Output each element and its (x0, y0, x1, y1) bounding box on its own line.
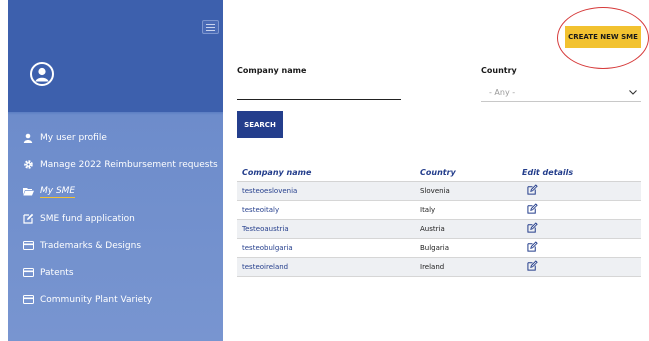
table-row: testeobulgaria Bulgaria (237, 238, 641, 258)
sidebar-item-label: Patents (40, 267, 74, 278)
company-name-cell[interactable]: Testeoaustria (237, 219, 415, 239)
avatar[interactable] (30, 62, 54, 86)
edit-icon[interactable] (527, 222, 538, 233)
company-name-cell[interactable]: testeoeslovenia (237, 181, 415, 201)
sidebar-item-label: Manage 2022 Reimbursement requests (40, 159, 218, 170)
company-name-label: Company name (237, 66, 307, 75)
edit-icon[interactable] (527, 203, 538, 214)
card-icon (22, 267, 34, 279)
sidebar-nav: My user profile Manage 2022 Reimbursemen… (8, 124, 223, 313)
country-cell: Austria (415, 219, 517, 239)
country-cell: Italy (415, 200, 517, 220)
sidebar-item-patents[interactable]: Patents (8, 259, 223, 286)
menu-toggle-button[interactable] (202, 20, 219, 34)
gear-icon (22, 159, 34, 171)
country-selected-value: - Any - (489, 88, 516, 97)
table-row: testeoeslovenia Slovenia (237, 181, 641, 201)
card-icon (22, 294, 34, 306)
company-name-cell[interactable]: testeoitaly (237, 200, 415, 220)
sidebar-item-plant-variety[interactable]: Community Plant Variety (8, 286, 223, 313)
sidebar-item-user-profile[interactable]: My user profile (8, 124, 223, 151)
table-row: testeoitaly Italy (237, 200, 641, 220)
sidebar: My user profile Manage 2022 Reimbursemen… (8, 0, 223, 341)
sidebar-item-label: Trademarks & Designs (40, 240, 142, 251)
edit-icon[interactable] (527, 241, 538, 252)
edit-cell (517, 219, 641, 239)
edit-cell (517, 238, 641, 258)
country-cell: Ireland (415, 257, 517, 277)
edit-icon (22, 213, 34, 225)
country-select[interactable]: - Any - (481, 84, 641, 102)
edit-cell (517, 200, 641, 220)
table-row: testeoireland Ireland (237, 257, 641, 277)
sidebar-item-reimbursement[interactable]: Manage 2022 Reimbursement requests (8, 151, 223, 178)
edit-cell (517, 181, 641, 201)
column-header-country[interactable]: Country (415, 165, 517, 182)
sme-table: Company name Country Edit details testeo… (237, 165, 641, 277)
user-avatar-icon (35, 67, 49, 82)
search-button[interactable]: SEARCH (237, 111, 283, 138)
edit-cell (517, 257, 641, 277)
edit-icon[interactable] (527, 260, 538, 271)
create-new-sme-button[interactable]: CREATE NEW SME (565, 26, 641, 48)
company-name-cell[interactable]: testeoireland (237, 257, 415, 277)
edit-icon[interactable] (527, 184, 538, 195)
company-name-input[interactable] (237, 84, 401, 100)
sidebar-header (8, 0, 223, 112)
sidebar-item-trademarks[interactable]: Trademarks & Designs (8, 232, 223, 259)
sidebar-item-label: Community Plant Variety (40, 294, 153, 305)
sidebar-item-label: SME fund application (40, 213, 135, 224)
sidebar-item-label: My user profile (40, 132, 107, 143)
sidebar-item-my-sme[interactable]: My SME (8, 178, 223, 205)
table-row: Testeoaustria Austria (237, 219, 641, 239)
card-icon (22, 240, 34, 252)
country-cell: Slovenia (415, 181, 517, 201)
table-header-row: Company name Country Edit details (237, 165, 641, 182)
hamburger-icon (206, 23, 215, 31)
user-icon (22, 132, 34, 144)
country-label: Country (481, 66, 517, 75)
company-name-cell[interactable]: testeobulgaria (237, 238, 415, 258)
column-header-company[interactable]: Company name (237, 165, 415, 182)
country-cell: Bulgaria (415, 238, 517, 258)
chevron-down-icon (629, 90, 637, 95)
column-header-edit: Edit details (517, 165, 641, 182)
sidebar-item-sme-fund[interactable]: SME fund application (8, 205, 223, 232)
sidebar-item-label: My SME (40, 185, 76, 198)
folder-open-icon (22, 186, 34, 198)
